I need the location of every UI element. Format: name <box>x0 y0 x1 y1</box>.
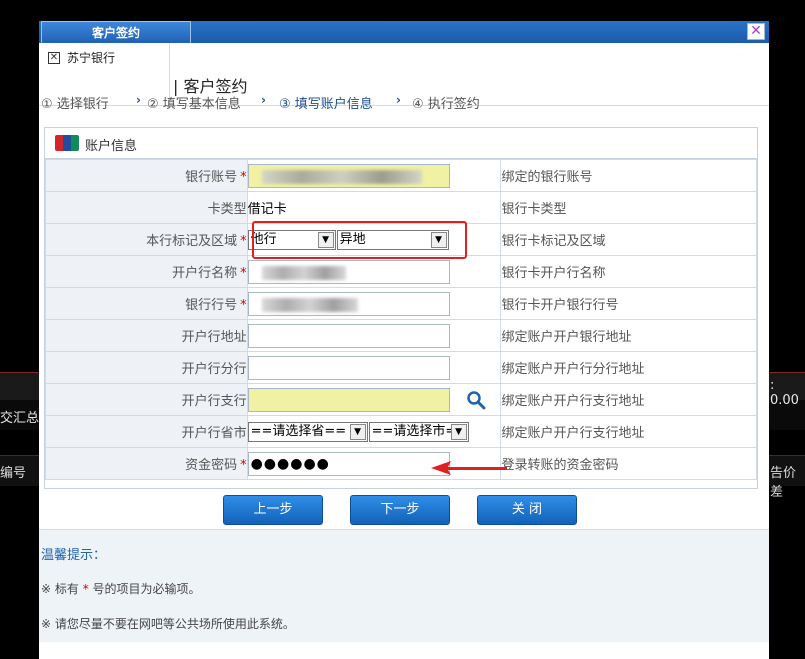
step-account-info: ③ 填写账户信息 <box>279 97 373 112</box>
field-label: 开户行支行 <box>45 383 248 416</box>
prev-button[interactable]: 上一步 <box>223 495 323 525</box>
field-cell <box>246 383 502 416</box>
step-arrow-icon: › <box>261 93 266 107</box>
dialog-close-icon[interactable]: ✕ <box>747 23 765 40</box>
field-cell <box>246 351 502 384</box>
background-right-label-2: 告价差 <box>770 466 797 500</box>
tips-title: 温馨提示： <box>41 548 107 563</box>
tip-required: ※ 标有 * 号的项目为必输项。 <box>41 582 201 596</box>
field-description: 银行卡类型 <box>500 191 757 224</box>
field-description: 绑定账户开户银行地址 <box>500 319 757 352</box>
step-arrow-icon: › <box>396 93 401 107</box>
table-row: 银行行号 * 银行卡开户银行行号 <box>45 287 757 320</box>
search-icon[interactable] <box>466 390 486 410</box>
bank-address-input[interactable] <box>247 323 450 348</box>
field-description: 登录转账的资金密码 <box>500 447 757 480</box>
form-section-title: 账户信息 <box>85 139 138 154</box>
card-type-value: 借记卡 <box>246 191 502 224</box>
tips-panel: 温馨提示： ※ 标有 * 号的项目为必输项。 ※ 请您尽量不要在网吧等公共场所使… <box>39 529 769 642</box>
field-label: 资金密码 * <box>45 447 248 480</box>
table-row: 开户行支行 绑定账户开户行支行地址 <box>45 383 757 416</box>
background-right-value: : 0.00 <box>770 378 799 408</box>
field-description: 银行卡标记及区域 <box>500 223 757 256</box>
field-cell: ==请选择省== ▼ ==请选择市== ▼ <box>246 415 502 448</box>
table-row: 资金密码 * ●●●●●● 登录转账的资金密码 <box>45 447 757 480</box>
province-select[interactable]: ==请选择省== ▼ <box>247 421 368 442</box>
table-row: 开户行分行 绑定账户开户行分行地址 <box>45 351 757 384</box>
broken-image-icon: ✕ <box>48 52 60 64</box>
step-select-bank: ① 选择银行 <box>41 97 109 112</box>
bank-branch-input[interactable] <box>247 355 450 380</box>
field-description: 银行卡开户银行行号 <box>500 287 757 320</box>
field-label: 开户行名称 * <box>45 255 248 288</box>
field-label: 开户行地址 <box>45 319 248 352</box>
chevron-down-icon: ▼ <box>450 423 467 440</box>
next-button[interactable]: 下一步 <box>350 495 450 525</box>
field-cell <box>246 319 502 352</box>
field-label: 开户行省市 <box>45 415 248 448</box>
bank-name: 苏宁银行 <box>67 51 116 65</box>
field-label: 开户行分行 <box>45 351 248 384</box>
red-arrow-icon <box>431 461 507 475</box>
tip-public-place: ※ 请您尽量不要在网吧等公共场所使用此系统。 <box>41 617 295 631</box>
form-section-header: 账户信息 <box>45 128 757 159</box>
field-description: 绑定账户开户行支行地址 <box>500 415 757 448</box>
table-row: 卡类型 借记卡 银行卡类型 <box>45 191 757 224</box>
close-button[interactable]: 关 闭 <box>477 495 577 525</box>
field-description: 银行卡开户行名称 <box>500 255 757 288</box>
account-info-form: 账户信息 银行账号 * 绑定的银行账号 卡类型 借记卡 银行卡类型 本行标记及区域… <box>44 127 758 489</box>
sub-branch-input[interactable] <box>247 387 450 412</box>
sign-contract-dialog: 客户签约 ✕ ✕ 苏宁银行 | 客户签约 ① 选择银行 › ② 填写基本信息 ›… <box>39 21 769 659</box>
step-progress: ① 选择银行 › ② 填写基本信息 › ③ 填写账户信息 › ④ 执行签约 <box>39 93 769 117</box>
fund-password-input[interactable]: ●●●●●● <box>247 451 450 476</box>
highlight-box <box>252 221 467 259</box>
field-description: 绑定账户开户行分行地址 <box>500 351 757 384</box>
step-basic-info: ② 填写基本信息 <box>147 97 241 112</box>
table-row: 开户行名称 * 银行卡开户行名称 <box>45 255 757 288</box>
background-left-label-1: 交汇总 <box>0 411 40 426</box>
table-row: 银行账号 * 绑定的银行账号 <box>45 159 757 192</box>
field-label: 银行账号 * <box>45 159 248 192</box>
step-execute-sign: ④ 执行签约 <box>412 97 480 112</box>
city-select[interactable]: ==请选择市== ▼ <box>368 421 469 442</box>
background-left-label-2: 编号 <box>0 466 27 481</box>
redacted-value <box>261 266 346 280</box>
redacted-value <box>261 298 358 312</box>
field-cell <box>246 159 502 192</box>
field-label: 本行标记及区域 * <box>45 223 248 256</box>
field-description: 绑定账户开户行支行地址 <box>500 383 757 416</box>
field-cell <box>246 287 502 320</box>
table-row: 开户行地址 绑定账户开户银行地址 <box>45 319 757 352</box>
field-description: 绑定的银行账号 <box>500 159 757 192</box>
table-row: 开户行省市 ==请选择省== ▼ ==请选择市== ▼ 绑定账户开户行支行地址 <box>45 415 757 448</box>
unionpay-icon <box>55 135 79 151</box>
dialog-title-tab[interactable]: 客户签约 <box>41 21 191 43</box>
field-label: 卡类型 <box>45 191 248 224</box>
field-cell <box>246 255 502 288</box>
step-arrow-icon: › <box>136 93 141 107</box>
chevron-down-icon: ▼ <box>349 423 366 440</box>
account-form-table: 银行账号 * 绑定的银行账号 卡类型 借记卡 银行卡类型 本行标记及区域 * 他行 ▼… <box>45 159 757 480</box>
field-label: 银行行号 * <box>45 287 248 320</box>
dialog-titlebar: 客户签约 ✕ <box>39 21 769 43</box>
redacted-value <box>261 170 422 184</box>
